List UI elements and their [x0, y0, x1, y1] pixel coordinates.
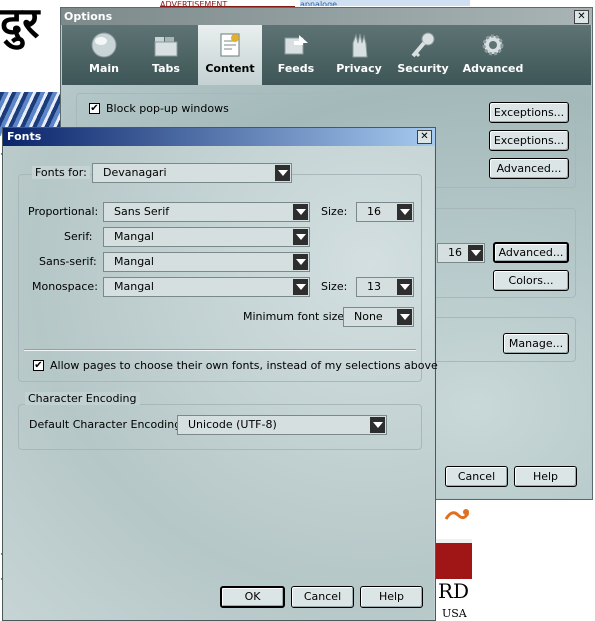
monospace-select[interactable]: Mangal	[103, 277, 310, 297]
fonts-for-select[interactable]: Devanagari	[92, 163, 292, 183]
default-encoding-label: Default Character Encoding:	[29, 418, 185, 431]
tab-main[interactable]: Main	[74, 25, 134, 85]
tab-privacy-label: Privacy	[336, 62, 382, 75]
fonts-titlebar[interactable]: Fonts	[3, 128, 435, 146]
images-exceptions-button[interactable]: Exceptions...	[489, 130, 569, 151]
tab-main-label: Main	[89, 62, 119, 75]
close-icon[interactable]: ✕	[574, 10, 589, 24]
tab-feeds-label: Feeds	[277, 62, 315, 75]
sans-serif-select[interactable]: Mangal	[103, 252, 310, 272]
chevron-down-icon	[293, 254, 308, 270]
monospace-label: Monospace:	[32, 280, 98, 293]
proportional-size-select[interactable]: 16	[356, 202, 414, 222]
separator	[24, 349, 416, 351]
options-help-button[interactable]: Help	[514, 466, 577, 487]
tab-security[interactable]: Security	[392, 25, 454, 85]
min-font-size-select[interactable]: None	[343, 307, 414, 327]
background-page-logo: apnaloge	[300, 0, 470, 6]
tab-content-label: Content	[205, 62, 255, 75]
ok-button[interactable]: OK	[220, 586, 285, 608]
chevron-down-icon	[397, 309, 412, 325]
serif-label: Serif:	[64, 230, 93, 243]
popup-exceptions-button[interactable]: Exceptions...	[489, 102, 569, 123]
chevron-down-icon	[293, 279, 308, 295]
chevron-down-icon	[397, 204, 412, 220]
fonts-for-label: Fonts for:	[32, 166, 90, 179]
tab-tabs-label: Tabs	[152, 62, 180, 75]
content-icon	[220, 33, 240, 57]
feeds-icon	[284, 35, 308, 55]
options-titlebar[interactable]: Options	[61, 8, 592, 25]
chevron-down-icon	[293, 229, 308, 245]
background-page-bottom-strip: RD USA	[436, 499, 472, 621]
options-cancel-button[interactable]: Cancel	[445, 466, 508, 487]
tab-feeds[interactable]: Feeds	[266, 25, 326, 85]
options-title: Options	[64, 10, 113, 23]
min-font-size-label: Minimum font size:	[243, 310, 348, 323]
javascript-advanced-button[interactable]: Advanced...	[489, 158, 569, 179]
ornament-icon	[444, 509, 470, 520]
default-encoding-select[interactable]: Unicode (UTF-8)	[177, 415, 387, 435]
block-popups-label: Block pop-up windows	[106, 102, 229, 115]
allow-pages-fonts-label: Allow pages to choose their own fonts, i…	[50, 359, 438, 372]
allow-pages-fonts-checkbox[interactable]: ✔	[33, 360, 44, 371]
block-popups-checkbox[interactable]: ✔	[89, 103, 100, 114]
manage-button[interactable]: Manage...	[503, 333, 569, 354]
fonts-cancel-button[interactable]: Cancel	[291, 586, 354, 608]
chevron-down-icon	[397, 279, 412, 295]
tabs-icon	[154, 37, 178, 57]
sans-serif-label: Sans-serif:	[39, 255, 97, 268]
proportional-select[interactable]: Sans Serif	[103, 202, 310, 222]
colors-button[interactable]: Colors...	[493, 270, 569, 291]
background-page-ad: ADVERTISEMENT	[160, 0, 295, 7]
background-page-text: USA	[442, 607, 467, 620]
tab-advanced-label: Advanced	[462, 62, 524, 75]
security-icon	[411, 32, 435, 58]
chevron-down-icon	[293, 204, 308, 220]
tab-security-label: Security	[397, 62, 449, 75]
background-page-text: RD	[438, 579, 470, 603]
serif-select[interactable]: Mangal	[103, 227, 310, 247]
advanced-icon	[482, 34, 504, 56]
privacy-icon	[352, 33, 368, 58]
monospace-size-select[interactable]: 13	[356, 277, 414, 297]
default-size-select[interactable]: 16	[437, 243, 485, 263]
background-page-glyph: दुर	[0, 0, 40, 47]
fonts-dialog-body: Fonts for: Devanagari Proportional: Sans…	[4, 146, 438, 620]
chevron-down-icon	[468, 245, 483, 261]
proportional-size-label: Size:	[321, 205, 348, 218]
chevron-down-icon	[370, 417, 385, 433]
fonts-help-button[interactable]: Help	[360, 586, 423, 608]
fonts-title: Fonts	[7, 130, 42, 143]
background-page-banner	[436, 539, 472, 579]
monospace-size-label: Size:	[321, 280, 348, 293]
tab-advanced[interactable]: Advanced	[458, 25, 528, 85]
tab-content[interactable]: Content	[198, 25, 262, 85]
main-icon	[91, 32, 117, 58]
chevron-down-icon	[275, 165, 290, 181]
fonts-dialog: Fonts ✕ Fonts for: Devanagari Proportion…	[2, 127, 438, 621]
proportional-label: Proportional:	[28, 205, 99, 218]
char-encoding-group-label: Character Encoding	[25, 392, 140, 405]
options-toolbar: Main Tabs Content Feeds Privacy Security…	[62, 25, 591, 85]
tab-tabs[interactable]: Tabs	[138, 25, 194, 85]
fonts-advanced-button[interactable]: Advanced...	[493, 242, 569, 263]
tab-privacy[interactable]: Privacy	[330, 25, 388, 85]
close-icon[interactable]: ✕	[417, 130, 432, 144]
